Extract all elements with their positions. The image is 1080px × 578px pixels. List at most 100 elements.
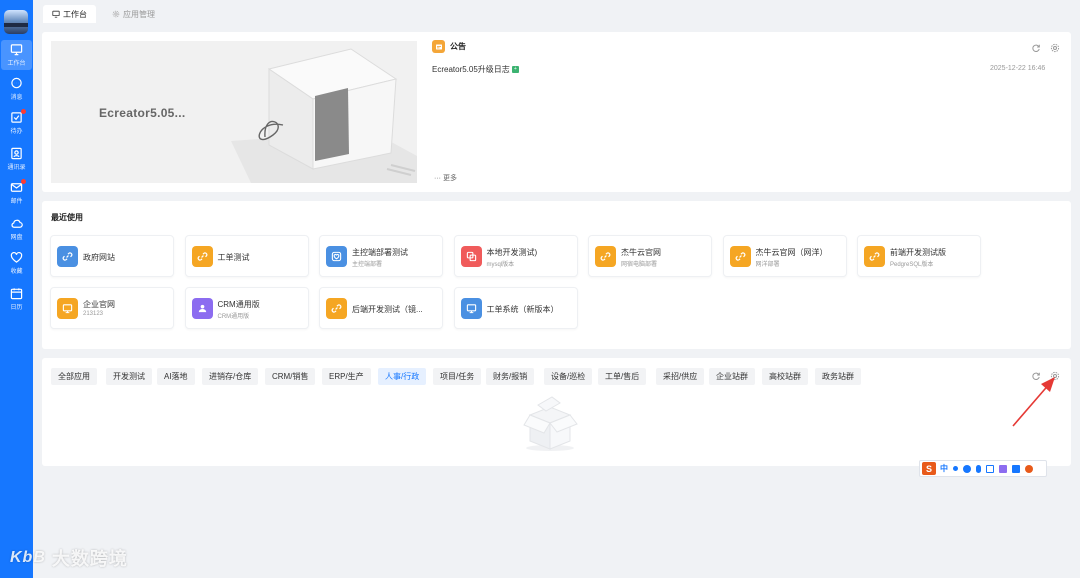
sidebar-item-mail[interactable]: 邮件 bbox=[1, 178, 32, 208]
app-card[interactable]: 前端开发测试版 PedgreSQL版本 bbox=[857, 235, 981, 277]
monitor-icon bbox=[10, 43, 23, 56]
app-card[interactable]: 本地开发测试) mysql版本 bbox=[453, 235, 578, 277]
gear-icon[interactable] bbox=[1050, 43, 1060, 53]
category-chip[interactable]: AI落地 bbox=[157, 368, 195, 385]
app-name: 杰牛云官网（网洋） bbox=[755, 248, 828, 257]
app-subtitle: 网宿电脑部署 bbox=[621, 262, 658, 268]
app-card[interactable]: 工单系统（新版本） bbox=[453, 287, 578, 329]
annotation-arrow-icon bbox=[1012, 377, 1055, 427]
link-icon bbox=[595, 246, 616, 267]
link-icon bbox=[729, 246, 751, 267]
sidebar-item-label: 网盘 bbox=[10, 235, 23, 241]
category-chip[interactable]: 工单/售后 bbox=[598, 368, 647, 385]
app-name: 企业官网 bbox=[83, 300, 115, 309]
category-chip[interactable]: 财务/报销 bbox=[486, 368, 535, 385]
toolbox-icon[interactable] bbox=[1012, 464, 1020, 473]
sidebar-item-label: 日历 bbox=[10, 305, 23, 311]
tab-label: 工作台 bbox=[63, 9, 87, 19]
mail-icon bbox=[10, 179, 26, 194]
category-chip[interactable]: 采招/供应 bbox=[656, 368, 705, 385]
app-subtitle: 主控端部署 bbox=[352, 262, 383, 268]
sidebar-item-cloud-drive[interactable]: 网盘 bbox=[1, 214, 32, 244]
tab-bar: 工作台 应用管理 bbox=[33, 0, 1080, 28]
microphone-icon[interactable] bbox=[976, 464, 981, 473]
monitor-icon bbox=[52, 10, 60, 18]
banner-carousel[interactable]: Ecreator5.05... bbox=[51, 41, 417, 183]
app-name: 杰牛云官网 bbox=[621, 248, 661, 257]
todo-icon bbox=[10, 109, 26, 124]
app-card[interactable]: 杰牛云官网（网洋） 网洋部署 bbox=[722, 235, 847, 277]
sidebar: 工作台 消息 待办 通讯录 邮件 网盘 收藏 日历 bbox=[0, 0, 33, 578]
sidebar-item-todo[interactable]: 待办 bbox=[1, 108, 32, 138]
recent-apps-title: 最近使用 bbox=[51, 213, 83, 222]
copy-icon bbox=[460, 246, 482, 267]
users-icon bbox=[191, 298, 213, 319]
empty-state-icon bbox=[523, 396, 578, 451]
new-badge-icon: + bbox=[511, 66, 519, 73]
link-icon bbox=[326, 298, 347, 319]
app-card[interactable]: 企业官网 213123 bbox=[50, 287, 174, 329]
watermark: KbB 大数跨境 bbox=[10, 545, 128, 571]
tab-workbench[interactable]: 工作台 bbox=[43, 5, 96, 23]
app-subtitle: PedgreSQL版本 bbox=[890, 262, 934, 268]
sidebar-item-calendar[interactable]: 日历 bbox=[1, 284, 32, 314]
category-chip[interactable]: ERP/生产 bbox=[322, 368, 371, 385]
chat-icon bbox=[10, 77, 23, 90]
keyboard-icon[interactable] bbox=[986, 464, 994, 473]
category-chip[interactable]: 人事/行政 bbox=[378, 368, 427, 385]
app-card[interactable]: 工单测试 bbox=[184, 235, 309, 277]
app-card[interactable]: 主控端部署测试 主控端部署 bbox=[319, 235, 443, 277]
category-chip[interactable]: 高校站群 bbox=[762, 368, 808, 385]
app-name: 前端开发测试版 bbox=[890, 248, 946, 257]
cloud-icon bbox=[10, 217, 23, 230]
notice-icon bbox=[432, 40, 445, 53]
notice-item-time: 2025-12-22 16:46 bbox=[990, 65, 1046, 72]
notification-badge bbox=[21, 179, 26, 184]
monitor-icon bbox=[57, 298, 78, 319]
ime-mode-label[interactable]: 中 bbox=[940, 463, 948, 474]
app-card[interactable]: 杰牛云官网网宿电脑部署 bbox=[588, 235, 712, 277]
emoji-icon[interactable] bbox=[963, 464, 971, 473]
sidebar-item-workbench[interactable]: 工作台 bbox=[1, 40, 32, 70]
notice-title: 公告 bbox=[450, 42, 466, 51]
category-chip[interactable]: 企业站群 bbox=[709, 368, 755, 385]
sidebar-item-label: 邮件 bbox=[10, 199, 23, 205]
skin-icon[interactable] bbox=[999, 464, 1007, 473]
app-name: 主控端部署测试 bbox=[352, 248, 408, 257]
category-chip[interactable]: 设备/巡检 bbox=[544, 368, 593, 385]
sidebar-item-label: 工作台 bbox=[7, 61, 26, 67]
heart-icon bbox=[10, 251, 23, 264]
notice-item[interactable]: Ecreator5.05升级日志 + bbox=[432, 64, 519, 75]
category-chip[interactable]: CRM/销售 bbox=[265, 368, 316, 385]
app-name: CRM通用版 bbox=[217, 300, 260, 309]
link-icon bbox=[57, 246, 78, 267]
sidebar-item-label: 消息 bbox=[10, 95, 23, 101]
category-chip[interactable]: 政务站群 bbox=[815, 368, 861, 385]
tab-app-management[interactable]: 应用管理 bbox=[103, 5, 164, 23]
app-card[interactable]: 政府网站 bbox=[50, 235, 174, 277]
category-chip[interactable]: 项目/任务 bbox=[433, 368, 482, 385]
watermark-logo: KbB bbox=[10, 549, 46, 566]
refresh-icon[interactable] bbox=[1031, 43, 1041, 53]
gear-icon bbox=[112, 10, 120, 18]
app-logo[interactable] bbox=[4, 10, 28, 34]
sidebar-item-contacts[interactable]: 通讯录 bbox=[1, 144, 32, 174]
sidebar-item-favorites[interactable]: 收藏 bbox=[1, 248, 32, 278]
category-chip[interactable]: 全部应用 bbox=[51, 368, 97, 385]
tab-label: 应用管理 bbox=[123, 9, 155, 19]
monitor-icon bbox=[460, 298, 482, 319]
notice-header: 公告 bbox=[432, 40, 466, 53]
sogou-logo-icon: S bbox=[922, 462, 936, 475]
heart-outline-icon bbox=[326, 246, 347, 267]
sidebar-item-messages[interactable]: 消息 bbox=[1, 74, 32, 104]
category-chip[interactable]: 进销存/仓库 bbox=[202, 368, 259, 385]
more-link[interactable]: ··· 更多 bbox=[434, 173, 457, 183]
category-chip[interactable]: 开发测试 bbox=[106, 368, 152, 385]
app-subtitle: 213123 bbox=[83, 311, 104, 317]
watermark-text: 大数跨境 bbox=[51, 549, 128, 569]
ime-toolbar[interactable]: S 中 bbox=[919, 460, 1047, 477]
game-icon[interactable] bbox=[1025, 464, 1033, 473]
punctuation-icon[interactable] bbox=[953, 466, 958, 471]
app-card[interactable]: 后端开发测试（镜... bbox=[319, 287, 443, 329]
app-card[interactable]: CRM通用版 CRM通用版 bbox=[184, 287, 309, 329]
